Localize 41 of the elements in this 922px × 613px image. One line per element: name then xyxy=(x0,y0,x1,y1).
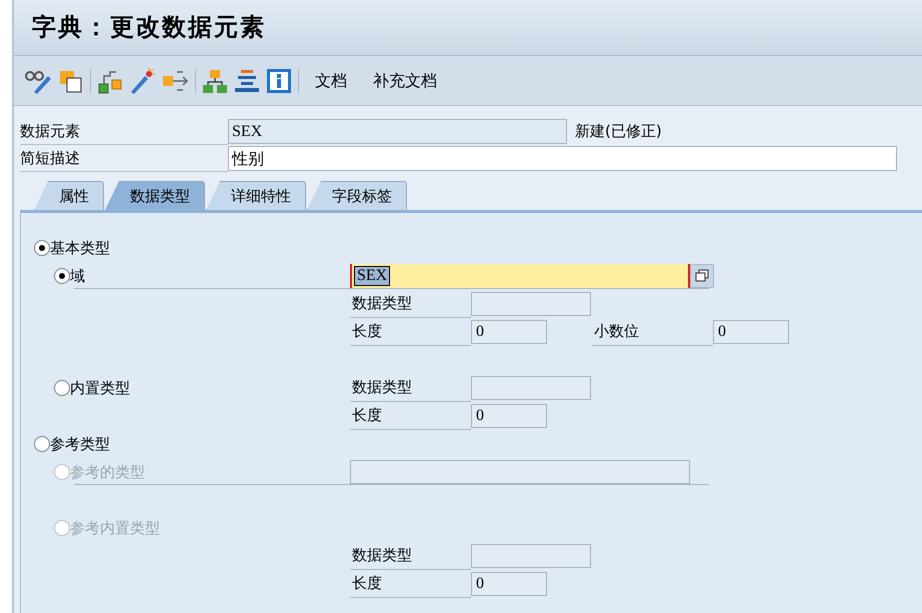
input-field[interactable] xyxy=(471,544,591,568)
radio-label: 参考内置类型 xyxy=(70,518,160,539)
radio-label: 参考的类型 xyxy=(70,462,145,483)
field-value: 0 xyxy=(476,406,484,426)
input-field[interactable] xyxy=(471,292,591,316)
toolbar-button[interactable]: 补充文档 xyxy=(363,68,447,92)
list-icon[interactable] xyxy=(234,68,260,94)
field-value: SEX xyxy=(232,122,262,142)
value-help-button[interactable] xyxy=(690,264,714,288)
input-field[interactable]: 0 xyxy=(471,320,547,344)
magic-wand-icon[interactable] xyxy=(129,68,155,94)
radio-label: 参考类型 xyxy=(50,434,110,455)
info-icon[interactable] xyxy=(266,68,292,94)
radio-button[interactable] xyxy=(54,268,70,284)
radio-label: 基本类型 xyxy=(50,238,110,259)
input-field[interactable]: 性别 xyxy=(228,146,897,171)
input-field[interactable]: 0 xyxy=(471,404,547,428)
field-value: 性别 xyxy=(232,148,264,170)
radio-button[interactable] xyxy=(54,380,70,396)
tab[interactable]: 数据类型 xyxy=(105,181,205,210)
field-value: 0 xyxy=(476,574,484,594)
radio-button[interactable] xyxy=(34,436,50,452)
org-chart-icon[interactable] xyxy=(202,68,228,94)
domain-field[interactable]: SEX xyxy=(350,264,690,288)
field-value: 0 xyxy=(476,322,484,342)
radio-button[interactable] xyxy=(34,240,50,256)
input-field[interactable] xyxy=(471,376,591,400)
window-title: 字典：更改数据元素 xyxy=(32,13,266,42)
status-text: 新建(已修正) xyxy=(575,121,662,142)
domain-value: SEX xyxy=(354,266,390,286)
radio-label: 内置类型 xyxy=(70,378,130,399)
field-value: 0 xyxy=(718,322,726,342)
input-field[interactable]: SEX xyxy=(228,119,567,144)
toolbar-button[interactable]: 文档 xyxy=(305,68,357,92)
tab[interactable]: 详细特性 xyxy=(206,181,306,210)
tab[interactable]: 字段标签 xyxy=(307,181,407,210)
input-field[interactable] xyxy=(350,460,690,484)
input-field[interactable]: 0 xyxy=(713,320,789,344)
radio-label: 域 xyxy=(70,266,85,287)
copy-icon xyxy=(695,269,709,283)
tab[interactable]: 属性 xyxy=(34,181,104,210)
